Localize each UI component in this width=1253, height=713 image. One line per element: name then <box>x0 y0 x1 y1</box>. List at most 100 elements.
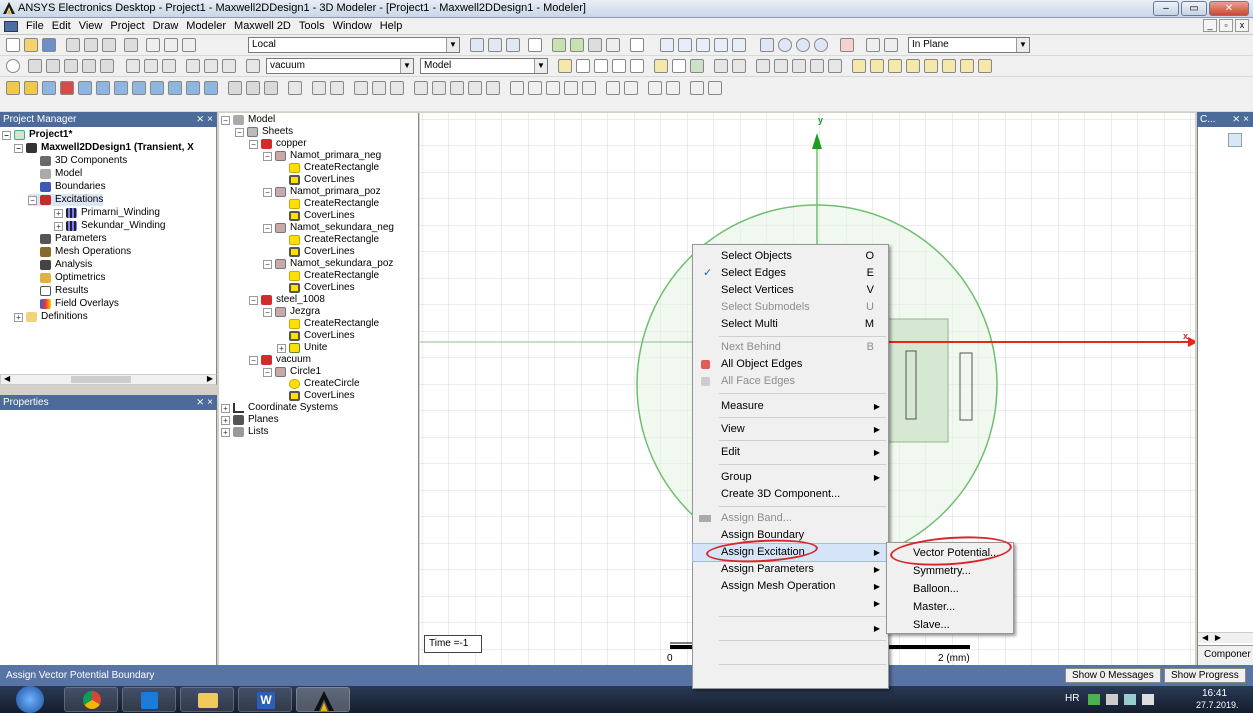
grid-icon[interactable] <box>654 59 668 73</box>
model-tree-copper[interactable]: − copper <box>249 138 307 150</box>
toolbar-icon-i[interactable] <box>630 38 644 52</box>
toolbar-icon-k[interactable] <box>866 38 880 52</box>
coordinate-system-combo[interactable]: Local ▼ <box>248 37 460 53</box>
toolbar-icon-b4[interactable] <box>60 81 74 95</box>
menu-item-copy-image[interactable] <box>693 668 888 685</box>
toolbar-icon-aq[interactable] <box>924 59 938 73</box>
model-tree-operation[interactable]: CreateRectangle <box>289 162 379 174</box>
menu-file[interactable]: File <box>22 20 48 32</box>
toolbar-icon-b27[interactable] <box>510 81 524 95</box>
delete-icon[interactable] <box>146 38 160 52</box>
model-tree-object[interactable]: − Namot_primara_neg <box>263 150 381 162</box>
components-close-button[interactable]: ⨯ × <box>1232 112 1249 127</box>
menu-item-plot-mesh[interactable] <box>693 644 888 661</box>
menu-item-edit[interactable]: Edit ▶ <box>693 444 888 461</box>
tree-item-analysis[interactable]: Analysis <box>40 259 92 271</box>
menu-modeler[interactable]: Modeler <box>182 20 230 32</box>
toolbar-icon-an[interactable] <box>870 59 884 73</box>
tree-item-mesh-operations[interactable]: Mesh Operations <box>40 246 131 258</box>
toolbar-icon-ar[interactable] <box>942 59 956 73</box>
word-taskbar-icon[interactable]: W <box>238 687 292 712</box>
show-progress-button[interactable]: Show Progress <box>1164 668 1246 683</box>
model-tree-object[interactable]: − Jezgra <box>263 306 320 318</box>
tree-item-parameters[interactable]: Parameters <box>40 233 107 245</box>
scroll-thumb[interactable] <box>71 376 131 383</box>
toolbar-icon-b31[interactable] <box>582 81 596 95</box>
model-tree-lists[interactable]: + Lists <box>221 426 269 438</box>
model-tree-operation[interactable]: CoverLines <box>289 282 355 294</box>
toolbar-icon-b26[interactable] <box>486 81 500 95</box>
menu-item-select-vertices[interactable]: Select Vertices V <box>693 282 888 299</box>
toolbar-icon-b23[interactable] <box>432 81 446 95</box>
menu-item-fields[interactable]: ▶ <box>693 620 888 637</box>
toolbar-icon-z[interactable] <box>576 59 590 73</box>
toolbar-icon-b24[interactable] <box>450 81 464 95</box>
properties-close-button[interactable]: ⨯ × <box>196 395 213 410</box>
print-icon[interactable] <box>124 38 138 52</box>
toolbar-icon-j[interactable] <box>840 38 854 52</box>
language-indicator[interactable]: HR <box>1065 693 1079 704</box>
toolbar-icon-b30[interactable] <box>564 81 578 95</box>
toolbar-icon-v[interactable] <box>204 59 218 73</box>
toolbar-icon-ad[interactable] <box>672 59 686 73</box>
model-tree-object[interactable]: − Circle1 <box>263 366 321 378</box>
toolbar-icon-o[interactable] <box>64 59 78 73</box>
project-manager-close-button[interactable]: ⨯ × <box>196 112 213 127</box>
toolbar-icon-b[interactable] <box>488 38 502 52</box>
draw-spline-icon[interactable] <box>678 38 692 52</box>
toolbar-icon-b8[interactable] <box>132 81 146 95</box>
toolbar-icon-n[interactable] <box>46 59 60 73</box>
model-tree-operation[interactable]: CreateRectangle <box>289 318 379 330</box>
toolbar-icon-b10[interactable] <box>168 81 182 95</box>
toolbar-icon-w[interactable] <box>222 59 236 73</box>
new-icon[interactable] <box>6 38 20 52</box>
toolbar-icon-ac[interactable] <box>630 59 644 73</box>
show-messages-button[interactable]: Show 0 Messages <box>1065 668 1161 683</box>
toolbar-icon-b19[interactable] <box>354 81 368 95</box>
submenu-item-slave[interactable]: Slave... <box>887 617 1013 634</box>
mdi-close-button[interactable]: x <box>1235 19 1249 32</box>
close-button[interactable]: ✕ <box>1209 1 1249 16</box>
components-tab[interactable]: Componer <box>1198 645 1253 665</box>
menu-project[interactable]: Project <box>106 20 148 32</box>
save-icon[interactable] <box>42 38 56 52</box>
toolbar-icon-h[interactable] <box>606 38 620 52</box>
material-combo[interactable]: vacuum ▼ <box>266 58 414 74</box>
model-combo[interactable]: Model ▼ <box>420 58 548 74</box>
menu-item-view[interactable]: View ▶ <box>693 421 888 438</box>
model-tree-operation[interactable]: CoverLines <box>289 174 355 186</box>
model-tree-operation[interactable]: + Unite <box>277 342 327 354</box>
toolbar-icon-b15[interactable] <box>264 81 278 95</box>
draw-line-icon[interactable] <box>660 38 674 52</box>
toolbar-icon-b9[interactable] <box>150 81 164 95</box>
toolbar-icon-ap[interactable] <box>906 59 920 73</box>
maximize-button[interactable]: ▭ <box>1181 1 1207 16</box>
toolbar-icon-c[interactable] <box>506 38 520 52</box>
toolbar-icon-b29[interactable] <box>546 81 560 95</box>
plane-combo[interactable]: In Plane ▼ <box>908 37 1030 53</box>
tree-item-project[interactable]: − Project1* <box>2 129 72 141</box>
menu-draw[interactable]: Draw <box>149 20 183 32</box>
draw-equation-icon[interactable] <box>732 38 746 52</box>
mdi-restore-button[interactable]: ▫ <box>1219 19 1233 32</box>
menu-view[interactable]: View <box>75 20 107 32</box>
volume-icon[interactable] <box>1106 694 1118 705</box>
model-tree-operation[interactable]: CoverLines <box>289 330 355 342</box>
toolbar-icon-p[interactable] <box>82 59 96 73</box>
toolbar-icon-ab[interactable] <box>612 59 626 73</box>
zoom-in-icon[interactable] <box>648 81 662 95</box>
tray-icon-2[interactable] <box>1142 694 1154 705</box>
toolbar-icon-ae[interactable] <box>690 59 704 73</box>
toolbar-icon-b32[interactable] <box>606 81 620 95</box>
toolbar-icon-b3[interactable] <box>42 81 56 95</box>
app-menu-icon[interactable] <box>4 20 18 32</box>
toolbar-icon-b22[interactable] <box>414 81 428 95</box>
menu-item-create-3d-component[interactable]: Create 3D Component... <box>693 486 888 503</box>
toolbar-icon-b33[interactable] <box>624 81 638 95</box>
model-tree-operation[interactable]: CoverLines <box>289 390 355 402</box>
tree-item-optimetrics[interactable]: Optimetrics <box>40 272 106 284</box>
menu-item-assign-parameters[interactable]: Assign Mesh Operation ▶ <box>693 578 888 595</box>
tree-item-model[interactable]: Model <box>40 168 82 180</box>
draw-polygon-icon[interactable] <box>814 38 828 52</box>
draw-arc-icon[interactable] <box>696 38 710 52</box>
